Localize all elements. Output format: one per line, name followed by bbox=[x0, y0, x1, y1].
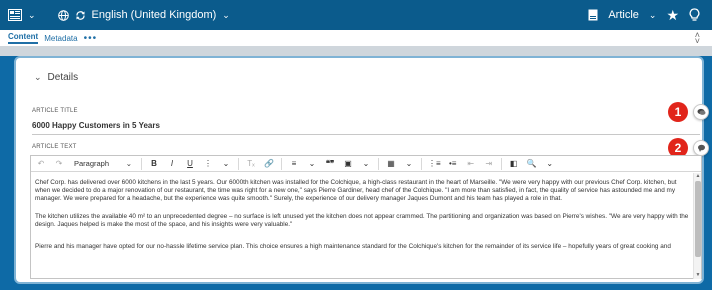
chevron-down-icon[interactable]: ⌄ bbox=[306, 157, 318, 171]
chevron-down-icon[interactable]: ⌄ bbox=[222, 10, 230, 21]
chevron-down-icon[interactable]: ⌄ bbox=[360, 157, 372, 171]
divider bbox=[500, 157, 502, 170]
insert-image-icon[interactable]: ▣ bbox=[342, 157, 354, 171]
editor-toolbar: ↶ ↷ Paragraph ⌄ B I U ⋮ ⌄ Tₓ 🔗 ≡ ⌄ ❝❞ ▣ … bbox=[31, 156, 701, 172]
divider bbox=[141, 157, 142, 170]
chevron-down-icon[interactable]: ⌄ bbox=[220, 157, 232, 171]
chevron-down-icon[interactable]: ⌄ bbox=[649, 10, 657, 21]
chevron-down-icon[interactable]: ⌄ bbox=[403, 157, 415, 171]
chevron-down-icon[interactable]: ⌄ bbox=[544, 157, 556, 171]
more-formatting-button[interactable]: ⋮ bbox=[202, 157, 214, 171]
divider bbox=[281, 157, 282, 170]
paragraph: Chef Corp. has delivered over 6000 kitch… bbox=[35, 179, 677, 202]
tab-content[interactable]: Content bbox=[8, 32, 39, 44]
bulleted-list-icon[interactable]: •≡ bbox=[447, 157, 459, 171]
underline-button[interactable]: U bbox=[184, 157, 196, 171]
table-icon[interactable]: ▦ bbox=[385, 157, 397, 171]
block-icon[interactable]: ◧ bbox=[508, 157, 520, 171]
article-text-label: ARTICLE TEXT bbox=[32, 144, 77, 150]
italic-button[interactable]: I bbox=[166, 157, 178, 171]
divider bbox=[421, 157, 422, 170]
content-type-label[interactable]: Article bbox=[608, 9, 639, 21]
title-divider bbox=[32, 134, 700, 135]
indent-icon[interactable]: ⇥ bbox=[483, 157, 495, 171]
details-header[interactable]: ⌄ Details bbox=[34, 72, 78, 83]
globe-icon bbox=[57, 9, 69, 21]
tab-metadata[interactable]: Metadata bbox=[44, 34, 77, 43]
top-bar: ⌄ English (United Kingdom) ⌄ Article ⌄ ★ bbox=[0, 0, 712, 30]
bold-button[interactable]: B bbox=[148, 157, 160, 171]
chevron-down-icon[interactable]: ⌄ bbox=[28, 10, 36, 21]
paragraph-style-value: Paragraph bbox=[74, 159, 110, 168]
chevron-down-icon: ⌄ bbox=[125, 159, 132, 168]
paragraph: The kitchen utilizes the available 40 m²… bbox=[35, 213, 689, 228]
document-icon bbox=[588, 9, 598, 21]
article-title-label: ARTICLE TITLE bbox=[32, 108, 78, 114]
chevron-down-icon[interactable]: ⌄ bbox=[34, 72, 42, 83]
editor-canvas: ⌄ Details ARTICLE TITLE 6000 Happy Custo… bbox=[0, 46, 712, 290]
more-tabs-icon[interactable]: ••• bbox=[84, 33, 98, 44]
lightbulb-icon[interactable] bbox=[689, 8, 700, 22]
outdent-icon[interactable]: ⇤ bbox=[465, 157, 477, 171]
paragraph-style-select[interactable]: Paragraph ⌄ bbox=[71, 157, 135, 171]
align-icon[interactable]: ≡ bbox=[288, 157, 300, 171]
comment-icon[interactable] bbox=[693, 140, 709, 156]
app-switcher-icon[interactable] bbox=[8, 9, 22, 21]
article-title-input[interactable]: 6000 Happy Customers in 5 Years bbox=[32, 121, 160, 130]
rich-text-editor[interactable]: ↶ ↷ Paragraph ⌄ B I U ⋮ ⌄ Tₓ 🔗 ≡ ⌄ ❝❞ ▣ … bbox=[30, 155, 702, 279]
sync-icon[interactable] bbox=[75, 10, 86, 21]
undo-icon[interactable]: ↶ bbox=[35, 157, 47, 171]
tab-bar: Content Metadata ••• ˄ ˅ bbox=[0, 30, 712, 46]
editor-content[interactable]: Chef Corp. has delivered over 6000 kitch… bbox=[31, 173, 695, 279]
details-title: Details bbox=[47, 72, 79, 83]
comments-icon[interactable] bbox=[693, 104, 709, 120]
scrollbar-thumb[interactable] bbox=[695, 181, 701, 257]
language-selector[interactable]: English (United Kingdom) bbox=[92, 9, 217, 21]
link-icon[interactable]: 🔗 bbox=[263, 157, 275, 171]
blockquote-button[interactable]: ❝❞ bbox=[324, 157, 336, 171]
scroll-down-icon[interactable]: ▼ bbox=[694, 272, 702, 279]
callout-badge-1: 1 bbox=[668, 102, 688, 122]
editor-scrollbar[interactable]: ▲ ▼ bbox=[693, 173, 701, 279]
divider bbox=[378, 157, 379, 170]
scroll-toggle-icon[interactable]: ˄ ˅ bbox=[695, 31, 700, 46]
clear-format-icon[interactable]: Tₓ bbox=[245, 157, 257, 171]
star-icon[interactable]: ★ bbox=[666, 7, 679, 24]
paragraph: Pierre and his manager have opted for ou… bbox=[35, 243, 671, 250]
canvas-header-strip bbox=[0, 46, 712, 56]
divider bbox=[238, 157, 239, 170]
details-panel: ⌄ Details ARTICLE TITLE 6000 Happy Custo… bbox=[14, 56, 709, 284]
find-icon[interactable]: 🔍 bbox=[526, 157, 538, 171]
redo-icon[interactable]: ↷ bbox=[53, 157, 65, 171]
scroll-up-icon[interactable]: ▲ bbox=[694, 173, 702, 180]
numbered-list-icon[interactable]: ⋮≡ bbox=[428, 157, 441, 171]
